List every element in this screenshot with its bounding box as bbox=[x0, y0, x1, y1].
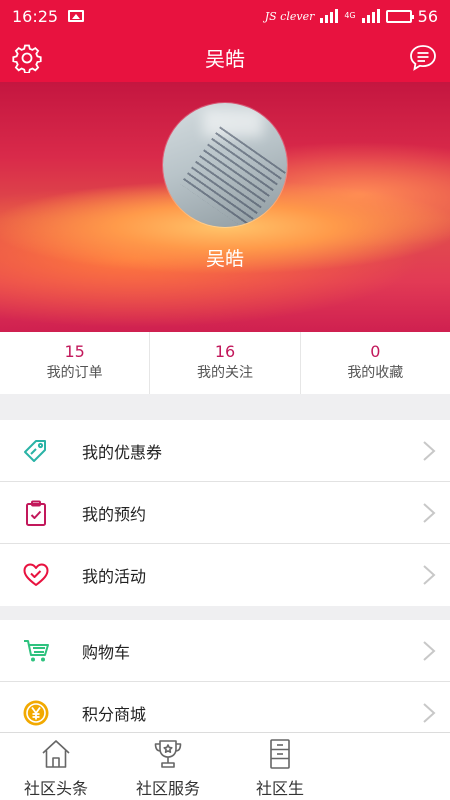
signal-icon bbox=[320, 9, 339, 23]
house-icon bbox=[42, 740, 70, 768]
menu-item-label: 我的预约 bbox=[82, 504, 147, 524]
status-bar: 16:25 JS clever 4G 56 bbox=[0, 0, 450, 32]
signal-icon-2 bbox=[361, 9, 380, 23]
menu-group-shop: 购物车 积分商城 bbox=[0, 620, 450, 744]
menu-item-coupons[interactable]: 我的优惠券 bbox=[0, 420, 450, 482]
shopping-cart-icon bbox=[24, 640, 49, 662]
bottom-tab-bar: 社区头条 社区服务 社区生 bbox=[0, 732, 450, 800]
clipboard-check-icon bbox=[26, 500, 46, 526]
menu-item-activities[interactable]: 我的活动 bbox=[0, 544, 450, 606]
title-bar: 吴皓 bbox=[0, 32, 450, 82]
stat-favorites[interactable]: 0 我的收藏 bbox=[301, 332, 450, 394]
tab-label: 社区生 bbox=[255, 779, 304, 798]
menu-item-cart[interactable]: 购物车 bbox=[0, 620, 450, 682]
cabinet-icon bbox=[270, 739, 290, 769]
tab-label: 社区服务 bbox=[135, 779, 200, 798]
battery-percent: 56 bbox=[417, 6, 438, 26]
tab-label: 社区头条 bbox=[23, 779, 88, 798]
stat-value: 15 bbox=[64, 342, 85, 361]
image-notification-icon bbox=[68, 10, 85, 22]
app-root: 16:25 JS clever 4G 56 吴皓 吴皓 15 我的订单 16 我… bbox=[0, 0, 450, 800]
stat-following[interactable]: 16 我的关注 bbox=[150, 332, 301, 394]
menu-item-label: 我的活动 bbox=[82, 567, 147, 586]
chevron-right-icon bbox=[423, 441, 436, 461]
stat-value: 0 bbox=[370, 342, 381, 361]
chevron-right-icon bbox=[423, 503, 436, 523]
profile-header: 吴皓 bbox=[0, 82, 450, 332]
battery-icon bbox=[385, 9, 414, 23]
menu-item-label: 我的优惠券 bbox=[82, 442, 163, 462]
yen-coin-icon bbox=[23, 700, 49, 726]
chevron-right-icon bbox=[423, 703, 436, 723]
carrier-text: JS clever bbox=[264, 9, 315, 23]
heart-check-icon bbox=[23, 563, 49, 586]
stats-row: 15 我的订单 16 我的关注 0 我的收藏 bbox=[0, 332, 450, 394]
network-type: 4G bbox=[344, 11, 356, 20]
stat-label: 我的收藏 bbox=[347, 365, 404, 381]
avatar[interactable] bbox=[163, 103, 287, 227]
status-time: 16:25 bbox=[12, 6, 59, 26]
tab-community-services[interactable]: 社区服务 bbox=[112, 733, 224, 800]
profile-name: 吴皓 bbox=[205, 248, 244, 270]
menu-item-label: 积分商城 bbox=[82, 705, 147, 724]
menu-item-appointments[interactable]: 我的预约 bbox=[0, 482, 450, 544]
coupon-tag-icon bbox=[24, 440, 46, 462]
trophy-icon bbox=[154, 740, 182, 768]
stat-label: 我的订单 bbox=[46, 365, 103, 381]
tab-community-headlines[interactable]: 社区头条 bbox=[0, 733, 112, 800]
message-icon[interactable] bbox=[408, 43, 438, 73]
menu-group-account: 我的优惠券 我的预约 我的活动 bbox=[0, 420, 450, 606]
tabbar-fade-overlay bbox=[300, 733, 450, 800]
page-title: 吴皓 bbox=[205, 46, 245, 71]
chevron-right-icon bbox=[423, 641, 436, 661]
gear-icon[interactable] bbox=[12, 43, 42, 73]
stat-value: 16 bbox=[214, 342, 236, 361]
stat-orders[interactable]: 15 我的订单 bbox=[0, 332, 151, 394]
chevron-right-icon bbox=[423, 565, 436, 585]
status-right: JS clever 4G 56 bbox=[265, 7, 438, 26]
stat-label: 我的关注 bbox=[196, 365, 253, 381]
menu-item-label: 购物车 bbox=[82, 642, 131, 662]
